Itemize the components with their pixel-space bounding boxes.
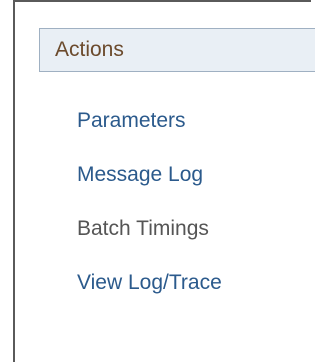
batch-timings-label: Batch Timings (77, 217, 209, 240)
list-item: Batch Timings (77, 214, 222, 268)
actions-panel-header: Actions (39, 28, 315, 72)
actions-panel: Actions Parameters Message Log Batch Tim… (13, 0, 315, 362)
list-item: Parameters (77, 106, 222, 160)
list-item: View Log/Trace (77, 268, 222, 322)
parameters-link[interactable]: Parameters (77, 109, 186, 132)
message-log-link[interactable]: Message Log (77, 163, 203, 186)
actions-panel-title: Actions (55, 38, 124, 61)
view-log-trace-link[interactable]: View Log/Trace (77, 271, 222, 294)
list-item: Message Log (77, 160, 222, 214)
actions-list: Parameters Message Log Batch Timings Vie… (77, 106, 222, 322)
